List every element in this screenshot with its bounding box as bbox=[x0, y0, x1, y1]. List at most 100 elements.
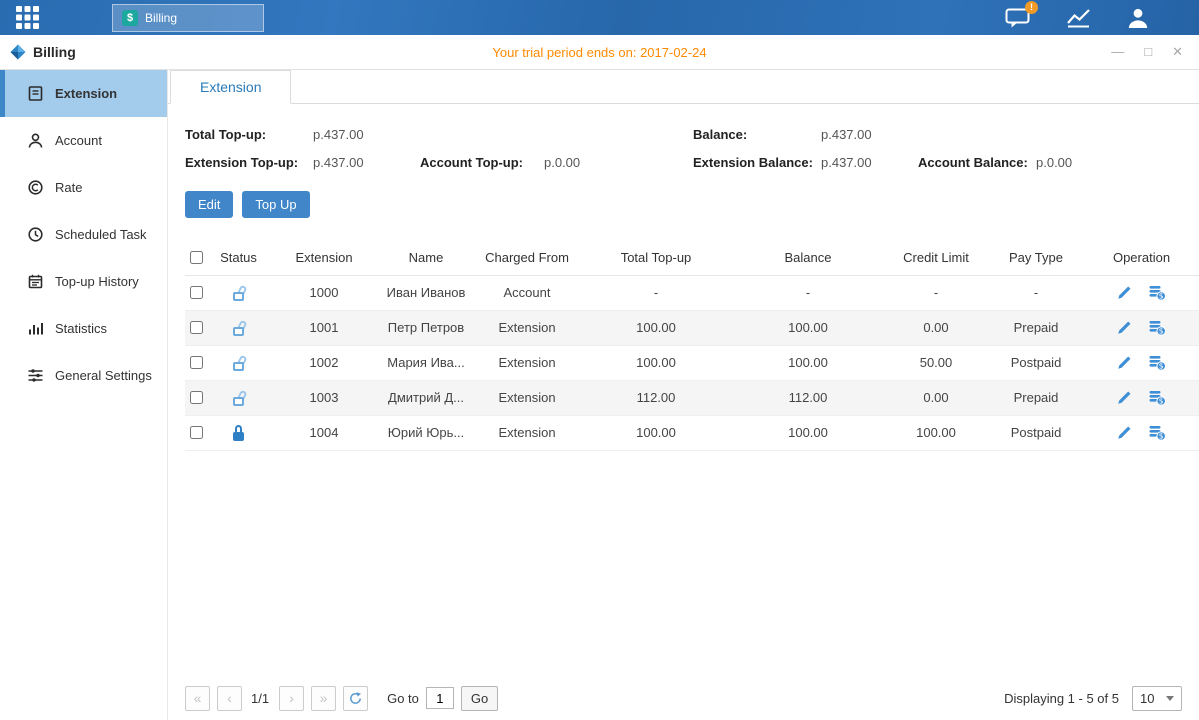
taskbar-billing-label: Billing bbox=[145, 11, 177, 25]
summary-value: p.437.00 bbox=[821, 127, 918, 142]
sidebar-item-label: General Settings bbox=[55, 368, 152, 383]
window-title: Billing bbox=[33, 44, 76, 60]
topbar-right-icons: ! bbox=[1005, 7, 1199, 29]
topup-icon[interactable]: $ bbox=[1149, 320, 1166, 336]
sidebar-item-account[interactable]: Account bbox=[0, 117, 167, 164]
svg-text:$: $ bbox=[1159, 396, 1164, 405]
cell-name: Иван Иванов bbox=[378, 275, 474, 310]
col-extension: Extension bbox=[270, 241, 378, 275]
summary-label: Extension Top-up: bbox=[185, 155, 313, 170]
sidebar-item-label: Top-up History bbox=[55, 274, 139, 289]
trial-notice: Your trial period ends on: 2017-02-24 bbox=[0, 45, 1199, 60]
topup-history-icon bbox=[27, 273, 44, 290]
col-status: Status bbox=[207, 241, 270, 275]
summary-label: Extension Balance: bbox=[693, 155, 821, 170]
goto-page-input[interactable] bbox=[426, 687, 454, 709]
billing-logo-icon bbox=[10, 44, 26, 60]
cell-name: Мария Ива... bbox=[378, 345, 474, 380]
page-size-select[interactable]: 10 bbox=[1132, 686, 1182, 711]
row-checkbox[interactable] bbox=[190, 391, 203, 404]
statistics-button[interactable] bbox=[1066, 7, 1091, 28]
account-icon bbox=[27, 132, 44, 149]
edit-icon[interactable] bbox=[1117, 390, 1132, 405]
lock-icon bbox=[231, 425, 247, 441]
unlock-icon bbox=[231, 320, 247, 336]
edit-button[interactable]: Edit bbox=[185, 191, 233, 218]
extension-icon bbox=[27, 85, 44, 102]
tab-extension[interactable]: Extension bbox=[170, 70, 291, 104]
cell-charged-from: Extension bbox=[474, 415, 580, 450]
summary-value: p.437.00 bbox=[313, 155, 420, 170]
billing-app-icon: $ bbox=[122, 10, 138, 26]
minimize-button[interactable]: — bbox=[1111, 44, 1124, 60]
top-up-button[interactable]: Top Up bbox=[242, 191, 309, 218]
edit-icon[interactable] bbox=[1117, 425, 1132, 440]
edit-icon[interactable] bbox=[1117, 355, 1132, 370]
sidebar-item-label: Statistics bbox=[55, 321, 107, 336]
sidebar-item-topup-history[interactable]: Top-up History bbox=[0, 258, 167, 305]
col-pay-type: Pay Type bbox=[988, 241, 1084, 275]
summary-value: p.0.00 bbox=[544, 155, 693, 170]
user-account-button[interactable] bbox=[1127, 7, 1149, 29]
cell-total-topup: 112.00 bbox=[580, 380, 732, 415]
cell-pay-type: Prepaid bbox=[988, 310, 1084, 345]
cell-total-topup: 100.00 bbox=[580, 345, 732, 380]
sidebar-item-scheduled-task[interactable]: Scheduled Task bbox=[0, 211, 167, 258]
refresh-button[interactable] bbox=[343, 686, 368, 711]
goto-label: Go to bbox=[387, 691, 419, 706]
sidebar-item-label: Scheduled Task bbox=[55, 227, 147, 242]
next-page-button[interactable]: › bbox=[279, 686, 304, 711]
pagination-bar: « ‹ 1/1 › » Go to Go Displaying 1 - 5 of… bbox=[185, 683, 1182, 713]
app-menu-button[interactable] bbox=[0, 5, 54, 30]
cell-pay-type: Postpaid bbox=[988, 345, 1084, 380]
svg-text:$: $ bbox=[1159, 361, 1164, 370]
close-button[interactable]: ✕ bbox=[1172, 44, 1183, 60]
go-button[interactable]: Go bbox=[461, 686, 498, 711]
select-all-checkbox[interactable] bbox=[190, 251, 203, 264]
sidebar-item-rate[interactable]: Rate bbox=[0, 164, 167, 211]
cell-pay-type: Prepaid bbox=[988, 380, 1084, 415]
extension-panel: Total Top-up: p.437.00 Balance: p.437.00… bbox=[168, 104, 1199, 720]
maximize-button[interactable]: □ bbox=[1144, 44, 1152, 60]
row-checkbox[interactable] bbox=[190, 356, 203, 369]
topup-icon[interactable]: $ bbox=[1149, 425, 1166, 441]
window-title-group: Billing bbox=[0, 44, 76, 60]
cell-charged-from: Account bbox=[474, 275, 580, 310]
edit-icon[interactable] bbox=[1117, 320, 1132, 335]
cell-credit-limit: 0.00 bbox=[884, 310, 988, 345]
summary-label: Account Balance: bbox=[918, 155, 1036, 170]
col-total-topup: Total Top-up bbox=[580, 241, 732, 275]
row-checkbox[interactable] bbox=[190, 426, 203, 439]
statistics-icon bbox=[27, 320, 44, 337]
taskbar-billing-button[interactable]: $ Billing bbox=[112, 4, 264, 32]
table-row: 1000 Иван Иванов Account - - - - $ bbox=[185, 275, 1199, 310]
cell-total-topup: 100.00 bbox=[580, 310, 732, 345]
tab-bar: Extension bbox=[168, 70, 1199, 104]
sidebar-item-statistics[interactable]: Statistics bbox=[0, 305, 167, 352]
sidebar-item-general-settings[interactable]: General Settings bbox=[0, 352, 167, 399]
refresh-icon bbox=[349, 692, 362, 705]
cell-balance: 100.00 bbox=[732, 345, 884, 380]
rate-icon bbox=[27, 179, 44, 196]
cell-extension: 1003 bbox=[270, 380, 378, 415]
edit-icon[interactable] bbox=[1117, 285, 1132, 300]
first-page-button[interactable]: « bbox=[185, 686, 210, 711]
messages-button[interactable]: ! bbox=[1005, 7, 1030, 29]
cell-balance: - bbox=[732, 275, 884, 310]
last-page-button[interactable]: » bbox=[311, 686, 336, 711]
topup-icon[interactable]: $ bbox=[1149, 355, 1166, 371]
prev-page-button[interactable]: ‹ bbox=[217, 686, 242, 711]
line-chart-icon bbox=[1066, 7, 1091, 28]
row-checkbox[interactable] bbox=[190, 286, 203, 299]
table-header-row: Status Extension Name Charged From Total… bbox=[185, 241, 1199, 275]
table-row: 1002 Мария Ива... Extension 100.00 100.0… bbox=[185, 345, 1199, 380]
col-operation: Operation bbox=[1084, 241, 1199, 275]
topup-icon[interactable]: $ bbox=[1149, 285, 1166, 301]
cell-credit-limit: 50.00 bbox=[884, 345, 988, 380]
window-titlebar: Your trial period ends on: 2017-02-24 Bi… bbox=[0, 35, 1199, 70]
col-credit-limit: Credit Limit bbox=[884, 241, 988, 275]
main-content: Extension Total Top-up: p.437.00 Balance… bbox=[168, 70, 1199, 720]
sidebar-item-extension[interactable]: Extension bbox=[0, 70, 167, 117]
topup-icon[interactable]: $ bbox=[1149, 390, 1166, 406]
row-checkbox[interactable] bbox=[190, 321, 203, 334]
